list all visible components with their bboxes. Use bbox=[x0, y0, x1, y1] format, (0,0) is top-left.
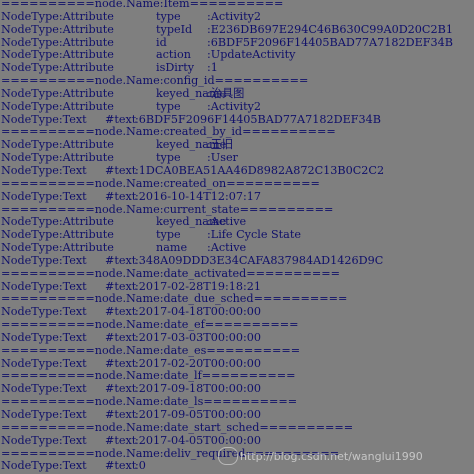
node-value: :0 bbox=[135, 459, 146, 473]
node-type: NodeType:Attribute bbox=[1, 99, 114, 113]
node-value: :治具图 bbox=[207, 86, 245, 100]
separator-line: ==========node.Name:created_on========== bbox=[1, 176, 474, 191]
console-output: ==========node.Name:Item========== NodeTy… bbox=[0, 0, 474, 474]
node-value: :2016-10-14T12:07:17 bbox=[135, 189, 261, 203]
watermark-icon bbox=[218, 447, 238, 465]
node-key: #text bbox=[105, 433, 137, 447]
node-line: NodeType:Attribute type :Activity2 bbox=[1, 9, 474, 24]
node-line: NodeType:Text #text:348A09DDD3E34CAFA8379… bbox=[1, 253, 474, 268]
watermark-text: http://blog.csdn.net/wanglui1990 bbox=[240, 450, 423, 463]
separator-line: ==========node.Name:date_ef========== bbox=[1, 318, 474, 332]
node-key: type bbox=[156, 9, 181, 23]
node-line: NodeType:Text #text:2017-09-05T00:00:00 bbox=[1, 408, 474, 422]
separator-text: ==========node.Name:config_id========== bbox=[1, 74, 309, 88]
node-key: #text bbox=[105, 253, 137, 267]
node-value: :2017-03-03T00:00:00 bbox=[135, 330, 261, 344]
separator-line: ==========node.Name:config_id========== bbox=[1, 74, 474, 88]
node-line: NodeType:Attribute type :Activity2 bbox=[1, 99, 474, 114]
node-key: #text bbox=[105, 459, 137, 473]
node-value: :2017-09-05T00:00:00 bbox=[135, 408, 261, 421]
node-value: :Activity2 bbox=[207, 99, 262, 113]
node-type: NodeType:Text bbox=[1, 433, 87, 447]
node-value: :UpdateActivity bbox=[207, 48, 296, 62]
node-type: NodeType:Text bbox=[1, 253, 87, 267]
node-type: NodeType:Text bbox=[1, 408, 87, 421]
separator-line: ==========node.Name:date_start_sched====… bbox=[1, 420, 474, 435]
node-key: #text bbox=[105, 163, 137, 177]
separator-line: ==========node.Name:date_activated======… bbox=[1, 266, 474, 281]
node-type: NodeType:Attribute bbox=[1, 9, 114, 23]
node-value: :1DCA0BEA51AA46D8982A872C13B0C2C2 bbox=[135, 163, 385, 177]
node-line: NodeType:Text #text:1DCA0BEA51AA46D8982A8… bbox=[1, 163, 474, 178]
node-type: NodeType:Attribute bbox=[1, 86, 114, 100]
node-line: NodeType:Attribute keyed_name:治具图 bbox=[1, 86, 474, 101]
node-key: #text bbox=[105, 330, 137, 344]
node-value: :Activity2 bbox=[207, 9, 262, 23]
node-value: :E236DB697E294C46B630C99A0D20C2B1 bbox=[207, 22, 453, 36]
console-lines: ==========node.Name:Item========== NodeTy… bbox=[1, 0, 474, 473]
node-type: NodeType:Attribute bbox=[1, 22, 114, 36]
node-line: NodeType:Text #text:2017-03-03T00:00:00 bbox=[1, 330, 474, 345]
node-type: NodeType:Text bbox=[1, 163, 87, 177]
node-key: #text bbox=[105, 189, 137, 203]
node-value: :348A09DDD3E34CAFA837984AD1426D9C bbox=[135, 253, 384, 267]
separator-text: ==========node.Name:date_ef========== bbox=[1, 318, 299, 332]
separator-text: ==========node.Name:date_es========== bbox=[1, 343, 301, 357]
node-value: :2017-04-05T00:00:00 bbox=[135, 433, 261, 447]
separator-text: ==========node.Name:date_start_sched====… bbox=[1, 420, 354, 434]
node-key: type bbox=[156, 99, 181, 113]
node-type: NodeType:Text bbox=[1, 459, 87, 473]
node-type: NodeType:Text bbox=[1, 189, 87, 203]
node-line: NodeType:Text #text:2017-04-05T00:00:00 bbox=[1, 433, 474, 448]
separator-text: ==========node.Name:created_on========== bbox=[1, 176, 320, 190]
node-type: NodeType:Text bbox=[1, 330, 87, 344]
separator-text: ==========node.Name:date_activated======… bbox=[1, 266, 341, 280]
node-key: typeId bbox=[156, 22, 193, 36]
node-line: NodeType:Attribute typeId :E236DB697E294C4… bbox=[1, 22, 474, 37]
separator-line: ==========node.Name:date_es========== bbox=[1, 343, 474, 358]
node-key: #text bbox=[105, 408, 137, 421]
node-line: NodeType:Attribute name :Active bbox=[1, 241, 474, 255]
node-type: NodeType:Attribute bbox=[1, 241, 114, 255]
node-value: :Active bbox=[207, 241, 247, 255]
node-key: name bbox=[156, 241, 188, 255]
node-line: NodeType:Text #text:2016-10-14T12:07:17 bbox=[1, 189, 474, 204]
